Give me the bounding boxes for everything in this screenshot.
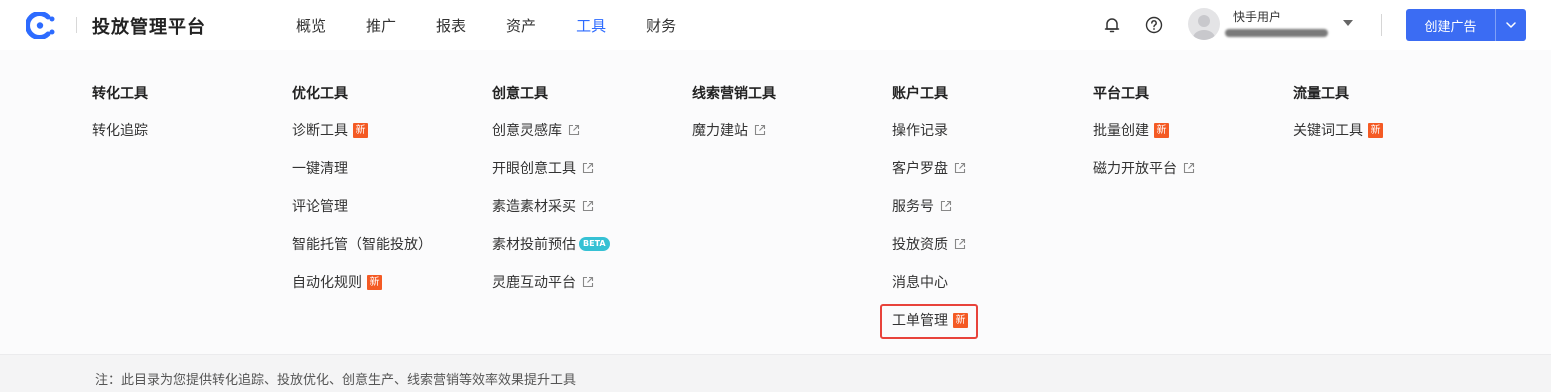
- external-link-icon: [568, 124, 580, 136]
- menu-item-magnetic-open-platform[interactable]: 磁力开放平台: [1093, 158, 1195, 178]
- new-badge: 新: [1368, 122, 1383, 138]
- menu-item-label: 客户罗盘: [892, 161, 948, 177]
- menu-item-one-click-cleanup[interactable]: 一键清理: [292, 158, 348, 178]
- menu-item-customer-compass[interactable]: 客户罗盘: [892, 158, 966, 178]
- chevron-down-icon: [1506, 22, 1516, 28]
- column-title: 创意工具: [492, 86, 548, 102]
- menu-item-linglu-interactive[interactable]: 灵鹿互动平台: [492, 272, 594, 292]
- menu-item-creative-inspiration-library[interactable]: 创意灵感库: [492, 120, 580, 140]
- menu-item-label: 转化追踪: [92, 123, 148, 139]
- column-title: 账户工具: [892, 86, 948, 102]
- help-icon[interactable]: [1145, 16, 1163, 34]
- menu-item-label: 创意灵感库: [492, 123, 562, 139]
- app-title: 投放管理平台: [92, 17, 206, 38]
- menu-item-label: 魔力建站: [692, 123, 748, 139]
- create-ad-dropdown-button[interactable]: [1495, 9, 1526, 41]
- highlight-box: [880, 304, 978, 339]
- menu-item-material-purchase[interactable]: 素造素材采买: [492, 196, 594, 216]
- menu-item-label: 素材投前预估: [492, 237, 576, 253]
- menu-item-label: 评论管理: [292, 199, 348, 215]
- menu-item-label: 关键词工具: [1293, 123, 1363, 139]
- menu-item-label: 诊断工具: [292, 123, 348, 139]
- menu-item-label: 灵鹿互动平台: [492, 275, 576, 291]
- menu-item-batch-create[interactable]: 批量创建 新: [1093, 120, 1169, 140]
- top-navigation-bar: 投放管理平台 概览 推广 报表 资产 工具 财务 快手用户 创建广告: [0, 0, 1551, 50]
- external-link-icon: [954, 238, 966, 250]
- column-title: 平台工具: [1093, 86, 1149, 102]
- new-badge: 新: [367, 274, 382, 290]
- menu-item-label: 消息中心: [892, 275, 948, 291]
- caret-down-icon[interactable]: [1343, 20, 1353, 26]
- user-id-blurred: [1225, 29, 1328, 37]
- avatar[interactable]: [1188, 8, 1220, 40]
- menu-item-message-center[interactable]: 消息中心: [892, 272, 948, 292]
- column-title: 流量工具: [1293, 86, 1349, 102]
- menu-item-material-pre-estimate[interactable]: 素材投前预估 BETA: [492, 234, 610, 254]
- menu-item-label: 开眼创意工具: [492, 161, 576, 177]
- menu-item-automation-rules[interactable]: 自动化规则 新: [292, 272, 382, 292]
- menu-item-label: 磁力开放平台: [1093, 161, 1177, 177]
- menu-footer: 注：此目录为您提供转化追踪、投放优化、创意生产、线索营销等效率效果提升工具: [0, 354, 1551, 392]
- menu-item-label: 自动化规则: [292, 275, 362, 291]
- nav-item-tools[interactable]: 工具: [576, 15, 606, 36]
- column-title: 线索营销工具: [692, 86, 776, 102]
- logo-divider: [76, 17, 77, 33]
- logo-icon: [26, 12, 55, 39]
- menu-item-conversion-tracking[interactable]: 转化追踪: [92, 120, 148, 140]
- new-badge: 新: [1154, 122, 1169, 138]
- bell-icon[interactable]: [1103, 16, 1121, 34]
- nav-item-promotion[interactable]: 推广: [366, 15, 396, 36]
- nav-item-assets[interactable]: 资产: [506, 15, 536, 36]
- external-link-icon: [582, 200, 594, 212]
- user-avatar-icon: [1193, 15, 1215, 40]
- main-nav: 概览 推广 报表 资产 工具 财务: [296, 15, 716, 36]
- nav-item-overview[interactable]: 概览: [296, 15, 326, 36]
- menu-item-label: 服务号: [892, 199, 934, 215]
- menu-item-label: 批量创建: [1093, 123, 1149, 139]
- external-link-icon: [954, 162, 966, 174]
- menu-item-ad-qualification[interactable]: 投放资质: [892, 234, 966, 254]
- menu-item-label: 投放资质: [892, 237, 948, 253]
- column-title: 优化工具: [292, 86, 348, 102]
- menu-item-service-account[interactable]: 服务号: [892, 196, 952, 216]
- menu-item-diagnosis-tool[interactable]: 诊断工具 新: [292, 120, 368, 140]
- external-link-icon: [754, 124, 766, 136]
- footer-note: 注：此目录为您提供转化追踪、投放优化、创意生产、线索营销等效率效果提升工具: [95, 373, 577, 388]
- external-link-icon: [1183, 162, 1195, 174]
- menu-item-smart-hosting[interactable]: 智能托管（智能投放）: [292, 234, 432, 254]
- beta-badge: BETA: [579, 237, 610, 251]
- menu-item-comment-management[interactable]: 评论管理: [292, 196, 348, 216]
- external-link-icon: [582, 276, 594, 288]
- menu-item-label: 一键清理: [292, 161, 348, 177]
- column-title: 转化工具: [92, 86, 148, 102]
- menu-item-label: 操作记录: [892, 123, 948, 139]
- nav-item-reports[interactable]: 报表: [436, 15, 466, 36]
- new-badge: 新: [353, 122, 368, 138]
- header-divider: [1381, 14, 1382, 36]
- menu-item-kaiyan-creative-tool[interactable]: 开眼创意工具: [492, 158, 594, 178]
- create-ad-button[interactable]: 创建广告: [1406, 9, 1495, 41]
- menu-item-label: 智能托管（智能投放）: [292, 237, 432, 253]
- menu-item-operation-log[interactable]: 操作记录: [892, 120, 948, 140]
- menu-item-label: 素造素材采买: [492, 199, 576, 215]
- menu-item-magic-site-builder[interactable]: 魔力建站: [692, 120, 766, 140]
- nav-item-finance[interactable]: 财务: [646, 15, 676, 36]
- menu-item-keyword-tool[interactable]: 关键词工具 新: [1293, 120, 1383, 140]
- external-link-icon: [940, 200, 952, 212]
- user-name: 快手用户: [1233, 10, 1282, 24]
- external-link-icon: [582, 162, 594, 174]
